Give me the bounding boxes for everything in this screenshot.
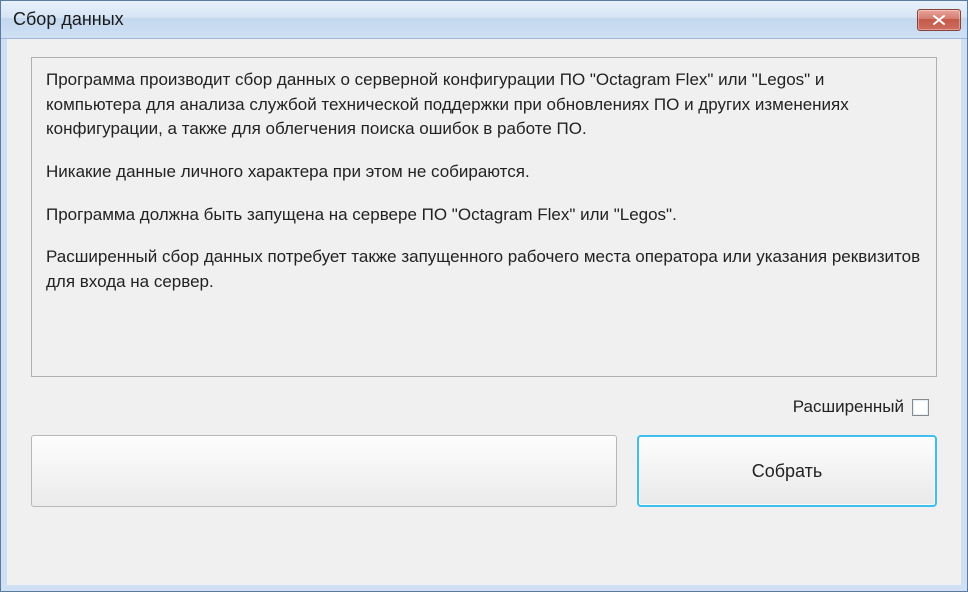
button-row: Собрать (31, 435, 937, 563)
close-icon (933, 15, 945, 25)
progress-bar (31, 435, 617, 507)
collect-button[interactable]: Собрать (637, 435, 937, 507)
description-paragraph-2: Никакие данные личного характера при это… (46, 160, 922, 185)
description-paragraph-4: Расширенный сбор данных потребует также … (46, 245, 922, 294)
description-paragraph-1: Программа производит сбор данных о серве… (46, 68, 922, 142)
extended-option-row: Расширенный (31, 397, 937, 417)
titlebar[interactable]: Сбор данных (1, 1, 967, 39)
extended-checkbox[interactable] (912, 399, 929, 416)
close-button[interactable] (917, 9, 961, 31)
dialog-window: Сбор данных Программа производит сбор да… (0, 0, 968, 592)
extended-label: Расширенный (793, 397, 904, 417)
client-area: Программа производит сбор данных о серве… (1, 39, 967, 591)
window-title: Сбор данных (13, 9, 124, 30)
collect-button-label: Собрать (752, 461, 823, 482)
description-paragraph-3: Программа должна быть запущена на сервер… (46, 203, 922, 228)
description-panel: Программа производит сбор данных о серве… (31, 57, 937, 377)
